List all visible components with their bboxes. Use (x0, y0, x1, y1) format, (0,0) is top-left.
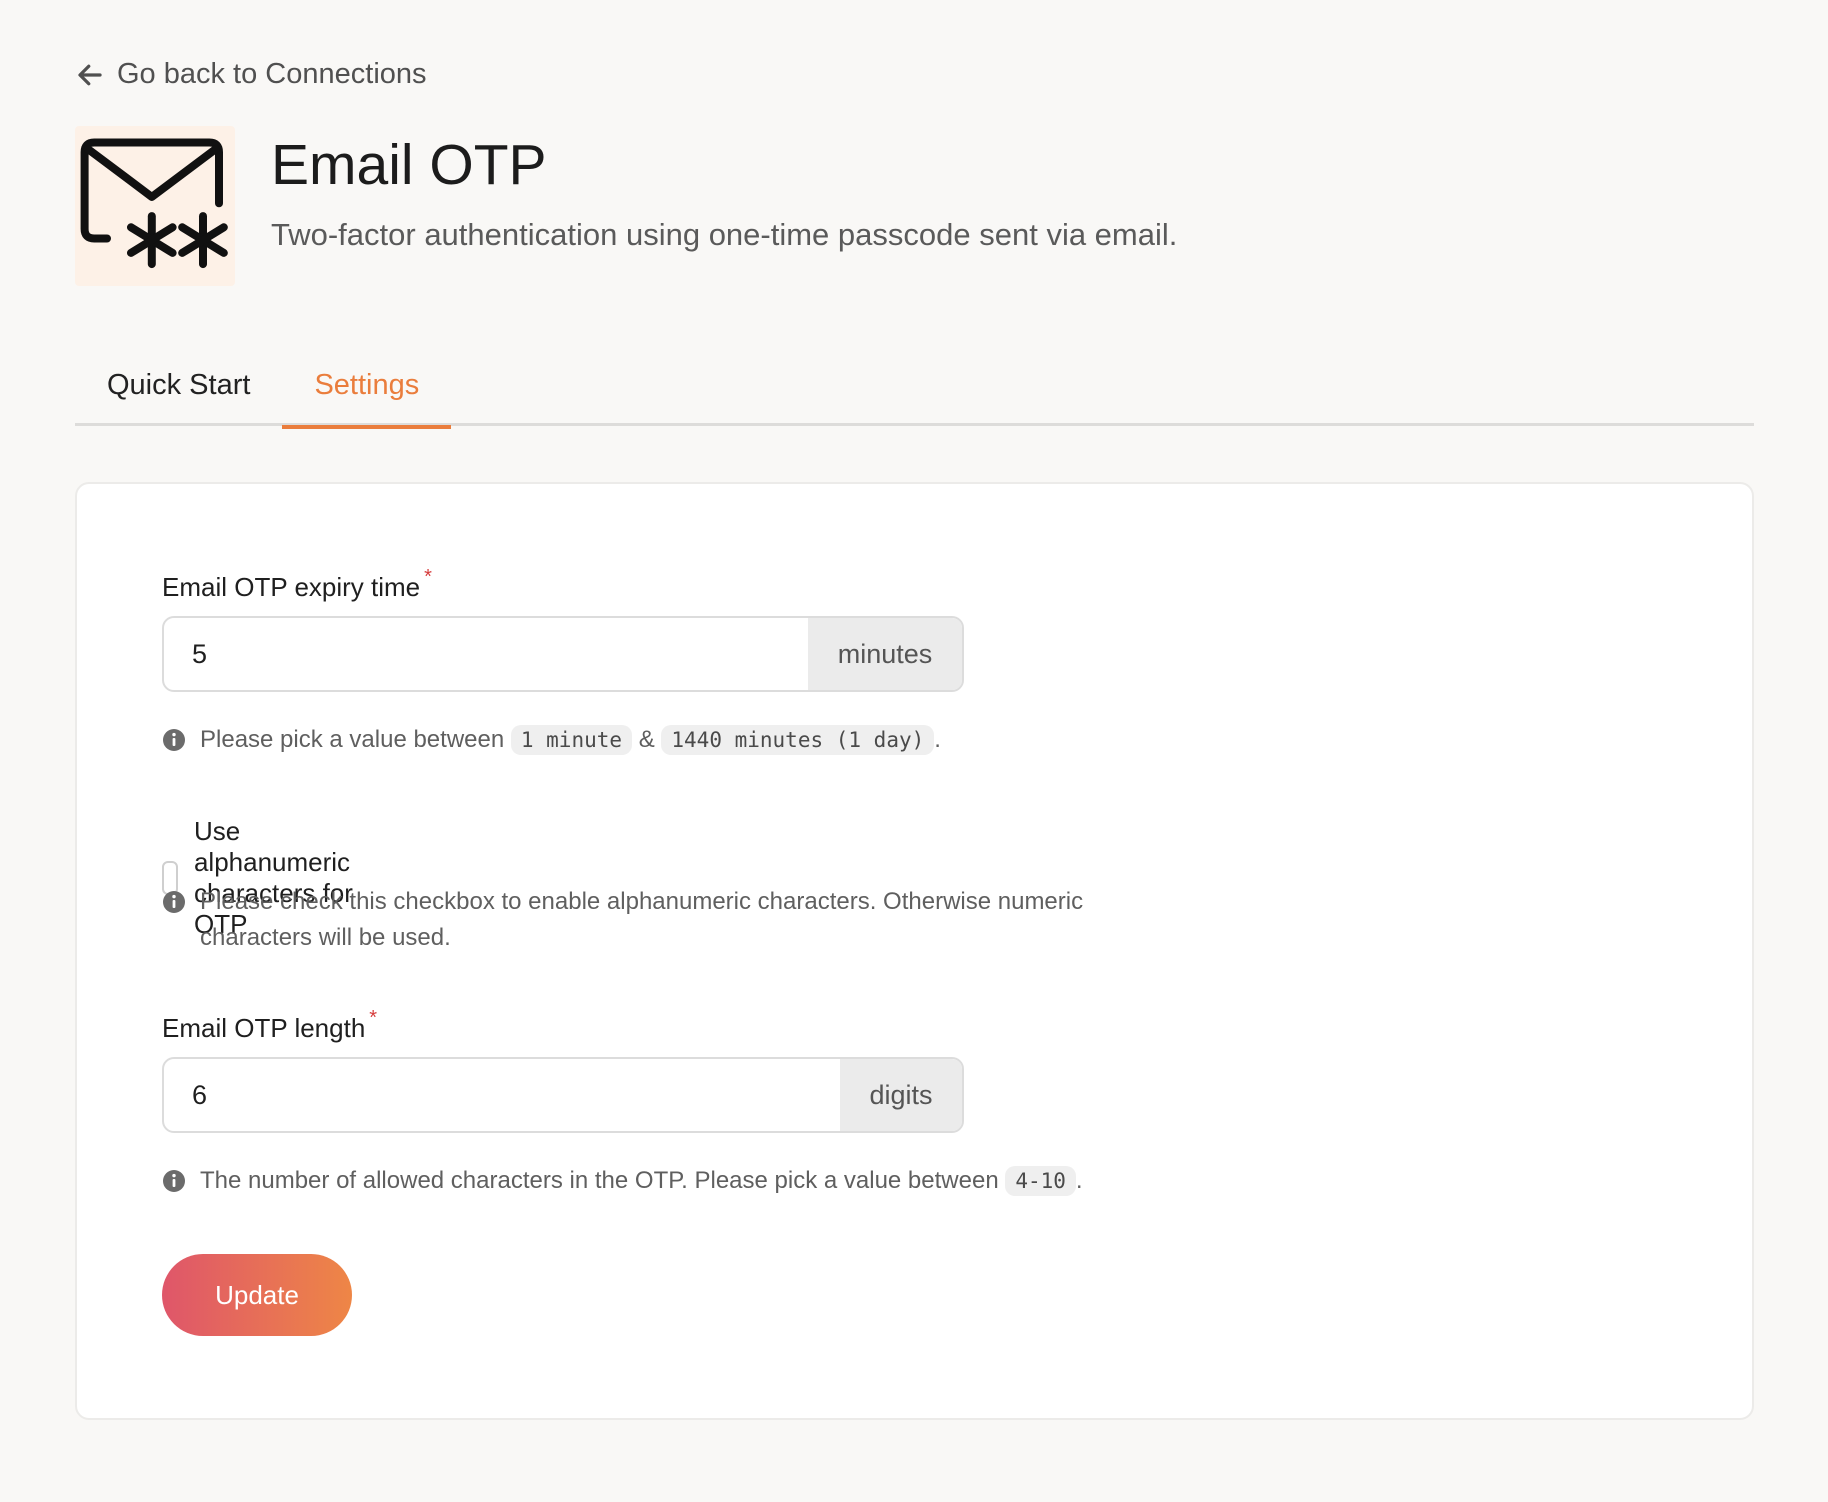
otp-length-input-group: digits (162, 1057, 964, 1133)
otp-length-unit-addon: digits (840, 1059, 962, 1131)
settings-card: Email OTP expiry time* minutes Please pi… (75, 482, 1754, 1420)
email-otp-icon (75, 126, 235, 286)
otp-length-hint: The number of allowed characters in the … (162, 1163, 1083, 1199)
arrow-left-icon (78, 64, 102, 85)
info-icon (163, 1170, 185, 1192)
info-icon (163, 891, 185, 913)
otp-length-label-text: Email OTP length (162, 1013, 366, 1043)
expiry-time-input-group: minutes (162, 616, 964, 692)
expiry-time-label: Email OTP expiry time * (162, 566, 432, 603)
alphanumeric-hint-text: Please check this checkbox to enable alp… (200, 888, 1084, 951)
expiry-hint-prefix: Please pick a value between (200, 726, 505, 753)
expiry-min-code: 1 minute (510, 725, 633, 755)
back-to-connections-link[interactable]: Go back to Connections (75, 58, 427, 91)
expiry-hint-separator: & (638, 726, 655, 753)
info-icon (163, 729, 185, 751)
alphanumeric-hint: Please check this checkbox to enable alp… (162, 884, 1172, 956)
expiry-unit-addon: minutes (808, 618, 962, 690)
expiry-hint: Please pick a value between 1 minute & 1… (162, 722, 941, 758)
tab-bar: Quick Start Settings (75, 355, 1754, 429)
back-link-label: Go back to Connections (117, 58, 427, 90)
tab-quick-start[interactable]: Quick Start (75, 355, 282, 426)
page-header: Email OTP Two-factor authentication usin… (75, 126, 1177, 286)
otp-length-label: Email OTP length * (162, 1007, 377, 1044)
otp-length-range-code: 4-10 (1005, 1166, 1076, 1196)
required-marker: * (369, 1007, 378, 1029)
otp-length-input[interactable] (164, 1059, 840, 1131)
expiry-max-code: 1440 minutes (1 day) (661, 725, 935, 755)
expiry-time-label-text: Email OTP expiry time (162, 572, 421, 602)
expiry-time-input[interactable] (164, 618, 808, 690)
required-marker: * (424, 566, 432, 588)
tab-settings[interactable]: Settings (282, 355, 452, 429)
expiry-hint-suffix: . (934, 726, 941, 753)
page-title: Email OTP (271, 133, 547, 197)
page: Go back to Connections Email OTP Two-fac… (0, 0, 1828, 1502)
page-subtitle: Two-factor authentication using one-time… (271, 216, 1178, 252)
otp-length-hint-suffix: . (1075, 1167, 1083, 1194)
otp-length-hint-prefix: The number of allowed characters in the … (200, 1167, 999, 1194)
update-button[interactable]: Update (162, 1254, 352, 1336)
